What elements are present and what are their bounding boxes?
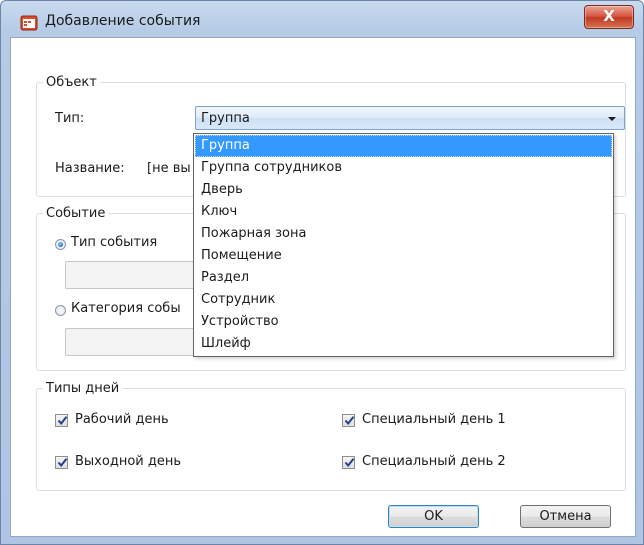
close-button[interactable]: X [584,5,634,29]
dropdown-option[interactable]: Группа [195,135,612,157]
cancel-button[interactable]: Отмена [520,505,611,528]
object-group-legend: Объект [43,75,100,90]
workday-checkbox[interactable] [55,414,68,427]
radio-event-type[interactable] [55,239,66,250]
dropdown-option[interactable]: Шлейф [195,333,612,355]
radio-event-category[interactable] [55,305,66,316]
type-combobox-value: Группа [201,111,250,126]
event-group-legend: Событие [43,206,109,221]
dropdown-option[interactable]: Сотрудник [195,289,612,311]
window-title: Добавление события [45,13,201,29]
day-types-group [36,388,626,491]
name-value: [не вы [147,161,191,176]
weekend-checkbox[interactable] [55,456,68,469]
dropdown-option[interactable]: Помещение [195,245,612,267]
special-day-1-checkbox[interactable] [342,414,355,427]
type-dropdown-list: Группа Группа сотрудников Дверь Ключ Пож… [193,133,614,357]
type-combobox[interactable]: Группа [195,106,625,130]
dropdown-option[interactable]: Группа сотрудников [195,157,612,179]
event-app-icon [20,15,38,31]
event-category-field [65,328,196,356]
radio-event-type-label[interactable]: Тип события [71,235,157,250]
radio-event-category-label[interactable]: Категория собы [71,301,181,316]
dropdown-option[interactable]: Дверь [195,179,612,201]
special-day-2-checkbox[interactable] [342,456,355,469]
workday-label[interactable]: Рабочий день [75,412,169,427]
special-day-2-label[interactable]: Специальный день 2 [362,454,506,469]
dropdown-option[interactable]: Ключ [195,201,612,223]
special-day-1-label[interactable]: Специальный день 1 [362,412,506,427]
dropdown-option[interactable]: Раздел [195,267,612,289]
ok-button[interactable]: OK [388,505,479,528]
name-label: Название: [55,161,125,176]
chevron-down-icon [608,117,616,121]
type-label: Тип: [55,111,85,126]
day-types-legend: Типы дней [43,381,123,396]
weekend-label[interactable]: Выходной день [75,454,181,469]
dropdown-option[interactable]: Пожарная зона [195,223,612,245]
dialog-window: Добавление события X Объект Тип: Группа … [0,0,644,545]
close-icon: X [603,7,615,25]
dropdown-option[interactable]: Устройство [195,311,612,333]
event-type-field [65,261,196,289]
